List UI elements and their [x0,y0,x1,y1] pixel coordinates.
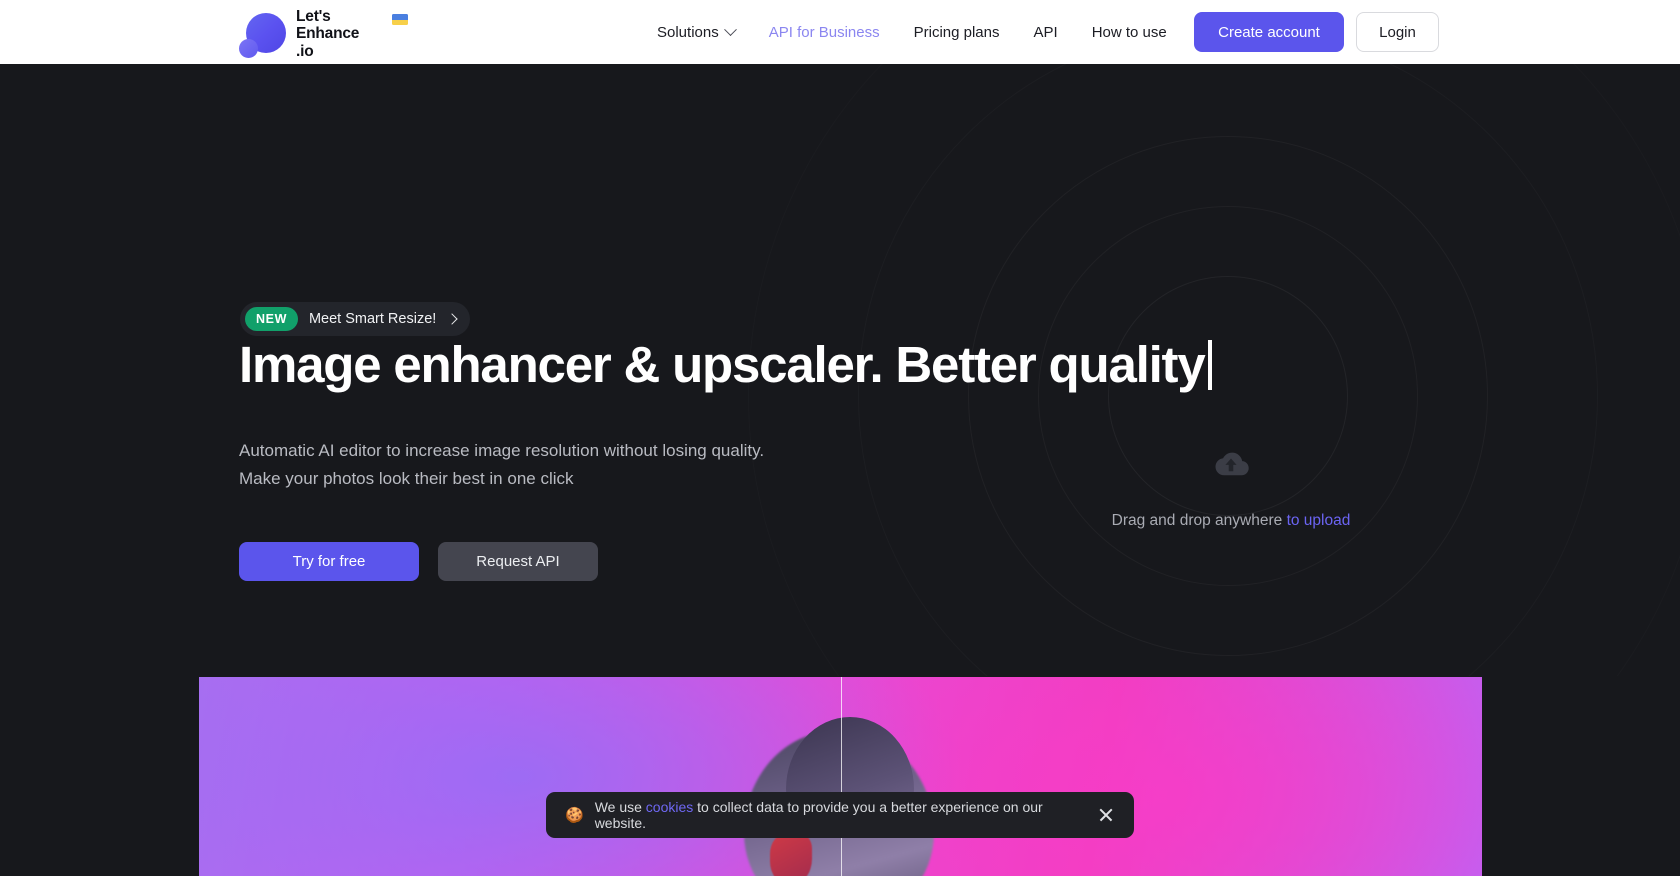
announcement-label: Meet Smart Resize! [308,311,437,327]
hero-cta-row: Try for free Request API [239,542,598,581]
dropzone-text: Drag and drop anywhere to upload [1096,512,1366,530]
nav-label-api-for-business: API for Business [768,23,880,41]
chevron-right-icon [446,313,458,325]
request-api-button[interactable]: Request API [438,542,598,581]
cookies-link[interactable]: cookies [646,799,693,815]
cookie-icon: 🍪 [565,807,584,824]
hero-subtitle-line-1: Automatic AI editor to increase image re… [239,441,765,460]
before-after-comparison-image[interactable] [199,677,1482,876]
hero-headline-text: Image enhancer & upscaler. Better qualit… [239,336,1206,393]
subject-accent [769,833,812,876]
nav-label-api: API [1033,23,1058,41]
cookie-text-before: We use [594,799,642,815]
hero-headline: Image enhancer & upscaler. Better qualit… [239,336,1399,393]
dropzone-label: Drag and drop anywhere [1111,512,1283,529]
cloud-upload-icon [1215,452,1249,476]
upload-dropzone[interactable]: Drag and drop anywhere to upload [1096,449,1366,530]
nav-item-api[interactable]: API [1017,0,1075,64]
chevron-down-icon [723,22,737,36]
new-badge: NEW [245,307,298,331]
logo-line-1: Let's [296,8,331,25]
nav-item-pricing-plans[interactable]: Pricing plans [897,0,1017,64]
logo-line-3: .io [296,42,314,60]
brand-logo[interactable]: Let's Enhance .io [239,8,408,60]
nav-label-how-to-use: How to use [1091,23,1167,41]
site-header: Let's Enhance .io Solutions API for Busi… [0,0,1680,64]
close-icon[interactable] [1097,806,1115,824]
hero-subtitle: Automatic AI editor to increase image re… [239,437,764,493]
typing-caret [1207,340,1212,390]
login-button[interactable]: Login [1356,12,1439,52]
logo-circle-small [239,38,258,58]
nav-item-api-for-business[interactable]: API for Business [752,0,897,64]
cookie-consent-banner: 🍪 We use cookies to collect data to prov… [546,792,1134,838]
hero-section: NEW Meet Smart Resize! Image enhancer & … [0,64,1680,676]
hero-subtitle-line-2: Make your photos look their best in one … [239,469,574,488]
main-navigation: Solutions API for Business Pricing plans… [640,0,1248,64]
nav-item-solutions[interactable]: Solutions [640,0,752,64]
cookie-message: We use cookies to collect data to provid… [595,799,1086,831]
logo-mark-icon [239,11,286,58]
create-account-button[interactable]: Create account [1194,12,1344,52]
try-for-free-button[interactable]: Try for free [239,542,419,581]
nav-item-how-to-use[interactable]: How to use [1075,0,1184,64]
comparison-slider-handle[interactable] [840,677,842,876]
logo-line-2: Enhance [296,25,360,43]
smart-resize-announcement[interactable]: NEW Meet Smart Resize! [240,302,471,336]
nav-label-pricing-plans: Pricing plans [913,23,1000,41]
nav-label-solutions: Solutions [657,23,719,41]
logo-wordmark: Let's Enhance .io [296,8,408,60]
upload-link[interactable]: to upload [1287,512,1351,529]
ukraine-flag-icon [392,14,408,25]
